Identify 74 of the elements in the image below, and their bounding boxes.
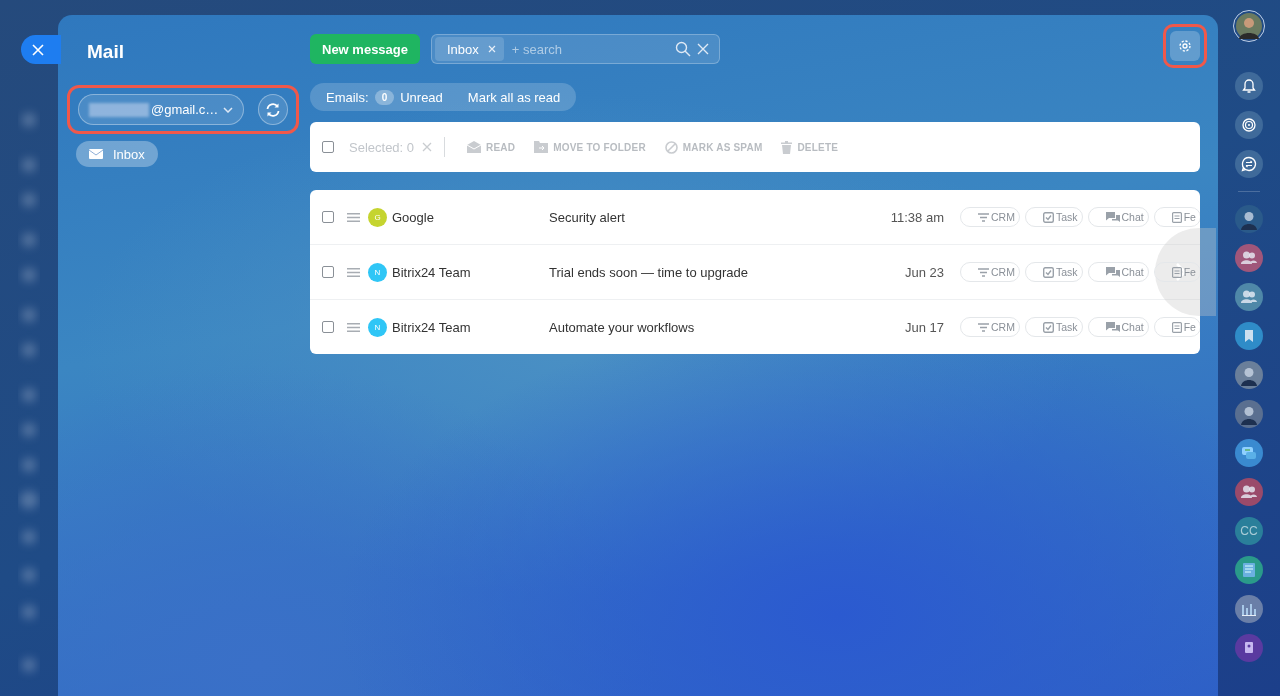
group-icon[interactable] [1235, 244, 1263, 272]
document-icon [1171, 211, 1182, 223]
new-message-button[interactable]: New message [310, 34, 420, 64]
chat-icon[interactable] [1235, 150, 1263, 178]
email-subject[interactable]: Trial ends soon — time to upgrade [549, 264, 881, 280]
checkbox[interactable] [322, 266, 334, 278]
envelope-icon [89, 149, 103, 159]
user-avatar[interactable] [1233, 10, 1265, 42]
drag-handle-icon[interactable] [347, 322, 360, 332]
close-button[interactable] [21, 35, 61, 64]
email-date: 11:38 am [889, 209, 944, 225]
chat-icon [1105, 321, 1120, 333]
avatar[interactable] [1235, 400, 1263, 428]
bell-icon[interactable] [1235, 72, 1263, 100]
counter-label: Emails: [326, 89, 369, 105]
caret-icon [223, 106, 233, 113]
bookmark-icon[interactable] [1235, 322, 1263, 350]
checkbox-icon [1042, 266, 1054, 278]
account-email: @gmail.c… [151, 102, 219, 117]
filter-chip[interactable]: Inbox [435, 37, 504, 61]
sender-name[interactable]: Bitrix24 Team [392, 264, 549, 280]
avatar[interactable] [1235, 361, 1263, 389]
page-title: Mail [87, 41, 125, 64]
target-icon[interactable] [1235, 111, 1263, 139]
ban-icon [664, 140, 678, 154]
settings-button[interactable] [1170, 30, 1200, 61]
search-icon[interactable] [675, 41, 691, 57]
account-selector[interactable]: @gmail.c… [78, 94, 244, 125]
email-subject[interactable]: Security alert [549, 209, 881, 225]
gear-icon [1178, 38, 1192, 53]
selected-count: Selected: 0 [349, 139, 415, 155]
document-icon [1171, 321, 1182, 333]
email-date: Jun 23 [903, 264, 944, 280]
chat-icon [1105, 211, 1120, 223]
close-icon [32, 43, 44, 56]
chat-icon [1105, 266, 1120, 278]
refresh-button[interactable] [258, 94, 288, 125]
folder-icon [534, 141, 549, 153]
drag-handle-icon[interactable] [347, 212, 360, 222]
checkbox-icon [1042, 321, 1054, 333]
document-icon[interactable] [1235, 556, 1263, 584]
group-icon[interactable] [1235, 478, 1263, 506]
folder-item[interactable]: Inbox [76, 141, 158, 167]
filter-icon [978, 212, 989, 222]
sender-name[interactable]: Google [392, 209, 549, 225]
unread-count: 0 [374, 89, 395, 105]
drag-handle-icon[interactable] [347, 267, 360, 277]
group-icon[interactable] [1235, 283, 1263, 311]
checkbox-icon [1042, 211, 1054, 223]
trash-icon [781, 140, 793, 154]
open-envelope-icon [467, 141, 482, 153]
contact-book-icon[interactable] [1235, 634, 1263, 662]
search-field[interactable]: Inbox + search [431, 34, 720, 64]
checkbox[interactable] [322, 211, 334, 223]
messages-icon[interactable] [1235, 439, 1263, 467]
initials-avatar[interactable]: CC [1235, 517, 1263, 545]
filter-icon [978, 322, 989, 332]
sender-avatar: G [368, 207, 387, 227]
refresh-icon [265, 101, 281, 118]
sender-avatar: N [368, 262, 387, 282]
redacted-text [89, 102, 149, 117]
email-subject[interactable]: Automate your workflows [549, 319, 881, 335]
avatar[interactable] [1235, 205, 1263, 233]
scroll-right-button[interactable] [1155, 228, 1216, 316]
sender-name[interactable]: Bitrix24 Team [392, 319, 549, 335]
checkbox[interactable] [322, 321, 334, 333]
chart-icon[interactable] [1235, 595, 1263, 623]
filter-icon [978, 267, 989, 277]
sender-avatar: N [368, 317, 387, 337]
clear-icon[interactable] [697, 43, 709, 55]
unread-filter[interactable]: Unread [400, 89, 443, 105]
document-icon [1171, 266, 1182, 278]
mark-all-read-link[interactable]: Mark all as read [467, 89, 561, 105]
email-date: Jun 17 [903, 319, 944, 335]
